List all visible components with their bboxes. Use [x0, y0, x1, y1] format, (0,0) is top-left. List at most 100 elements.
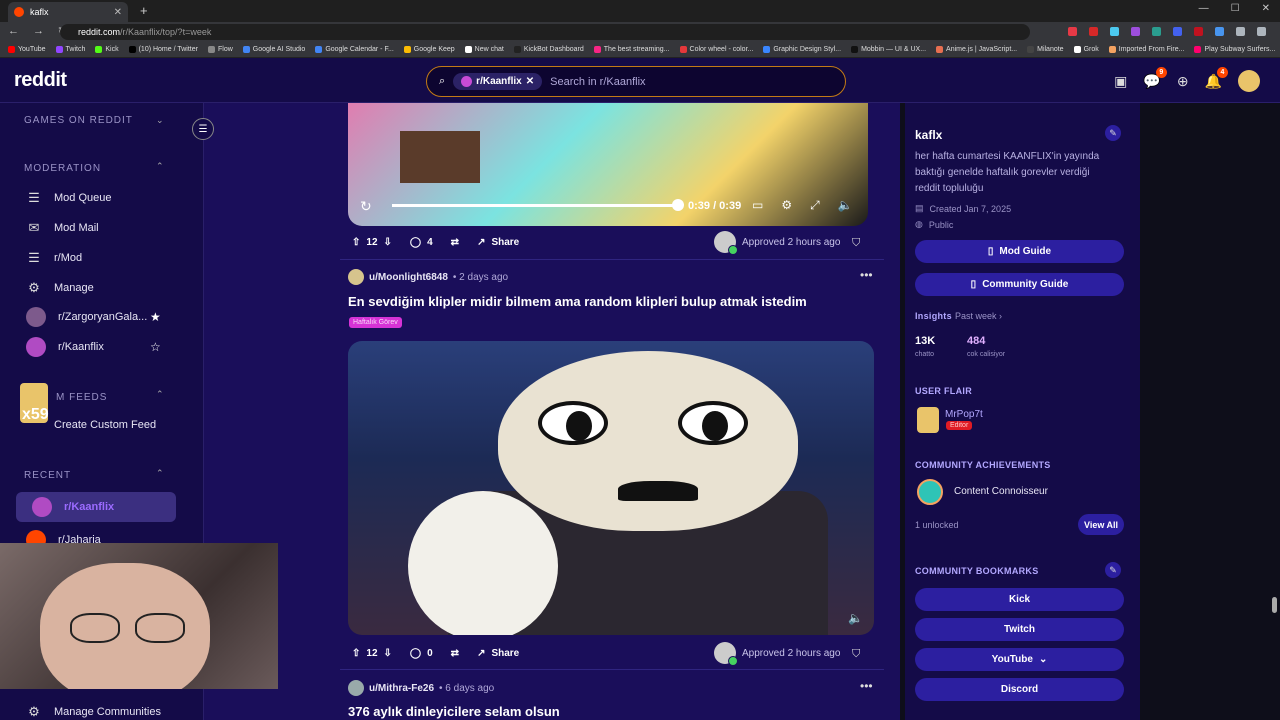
profile-icon[interactable]: [1257, 27, 1266, 36]
fullscreen-icon[interactable]: ⤢: [810, 198, 820, 213]
recent-section-label[interactable]: RECENT: [24, 470, 71, 481]
favorite-star-icon[interactable]: ★: [150, 310, 161, 324]
video-progress-bar[interactable]: [392, 204, 677, 207]
custom-feeds-label[interactable]: M FEEDS: [56, 392, 107, 403]
mod-shield-icon[interactable]: ⛉: [852, 648, 860, 661]
extension-icon[interactable]: [1068, 27, 1077, 36]
community-guide-button[interactable]: ▯ Community Guide: [915, 273, 1124, 296]
games-section-label[interactable]: GAMES ON REDDIT: [24, 115, 133, 126]
post-title[interactable]: En sevdiğim klipler midir bilmem ama ran…: [348, 294, 807, 309]
achievement-name[interactable]: Content Connoisseur: [954, 486, 1048, 497]
mod-guide-button[interactable]: ▯ Mod Guide: [915, 240, 1124, 263]
sidebar-item-mod-queue[interactable]: ☰ Mod Queue: [26, 190, 111, 206]
bookmark-item[interactable]: Play Subway Surfers...: [1194, 46, 1275, 53]
chevron-up-icon[interactable]: ⌃: [156, 389, 164, 400]
user-flair-name[interactable]: MrPop7t: [945, 409, 983, 420]
extension-icon[interactable]: [1089, 27, 1098, 36]
insights-period[interactable]: Past week ›: [955, 311, 1002, 321]
bookmark-item[interactable]: Google AI Studio: [242, 46, 305, 53]
minimize-icon[interactable]: —: [1199, 3, 1209, 14]
author-name[interactable]: u/Mithra-Fe26: [369, 683, 434, 694]
edit-pencil-icon[interactable]: ✎: [1105, 562, 1121, 578]
bookmark-item[interactable]: Mobbin — UI & UX...: [851, 46, 926, 53]
author-name[interactable]: u/Moonlight6848: [369, 272, 448, 283]
bookmark-item[interactable]: Milanote: [1027, 46, 1064, 53]
downvote-icon[interactable]: ⇩: [384, 648, 392, 659]
bookmark-twitch[interactable]: Twitch: [915, 618, 1124, 641]
bookmark-item[interactable]: KickBot Dashboard: [513, 46, 584, 53]
page-scrollbar[interactable]: [1272, 597, 1277, 613]
sidebar-item-r-mod[interactable]: ☰ r/Mod: [26, 250, 82, 266]
bookmark-item[interactable]: The best streaming...: [593, 46, 670, 53]
bookmark-discord[interactable]: Discord: [915, 678, 1124, 701]
mod-shield-icon[interactable]: ⛉: [852, 237, 860, 250]
close-window-icon[interactable]: ✕: [1262, 3, 1270, 14]
chat-icon[interactable]: 💬 9: [1143, 66, 1167, 90]
extension-icon[interactable]: [1131, 27, 1140, 36]
bookmark-kick[interactable]: Kick: [915, 588, 1124, 611]
sidebar-item-mod-mail[interactable]: ✉ Mod Mail: [26, 220, 99, 236]
post-flair[interactable]: Haftalık Görev: [349, 317, 402, 328]
advertise-icon[interactable]: ▣: [1114, 73, 1127, 90]
forward-icon[interactable]: →: [33, 25, 44, 38]
bookmark-item[interactable]: Google Keep: [403, 46, 455, 53]
video-player[interactable]: 🔈: [348, 341, 874, 635]
user-avatar[interactable]: [1238, 70, 1260, 92]
new-tab-icon[interactable]: +: [140, 3, 148, 18]
address-bar[interactable]: reddit.com/r/Kaanflix/top/?t=week: [60, 24, 1030, 40]
bookmark-item[interactable]: (10) Home / Twitter: [128, 46, 198, 53]
settings-icon[interactable]: ⚙: [781, 198, 792, 213]
back-icon[interactable]: ←: [8, 25, 19, 38]
extension-icon[interactable]: [1173, 27, 1182, 36]
post-title[interactable]: 376 aylık dinleyicilere selam olsun: [348, 704, 560, 719]
upvote-icon[interactable]: ⇧: [352, 648, 360, 659]
downloads-icon[interactable]: [1236, 27, 1245, 36]
create-custom-feed[interactable]: Create Custom Feed: [54, 419, 156, 431]
search-community-chip[interactable]: r/Kaanflix ✕: [453, 73, 543, 90]
maximize-icon[interactable]: ☐: [1231, 3, 1240, 14]
bookmark-item[interactable]: Google Calendar - F...: [315, 46, 394, 53]
comments-button[interactable]: ◯ 4: [410, 237, 433, 248]
bookmark-item[interactable]: Anime.js | JavaScript...: [936, 46, 1017, 53]
bookmark-item[interactable]: Twitch: [55, 46, 85, 53]
insights-label[interactable]: Insights: [915, 311, 952, 321]
notifications-icon[interactable]: 🔔 4: [1205, 66, 1228, 90]
upvote-icon[interactable]: ⇧: [352, 237, 360, 248]
sidebar-item-zargoryan[interactable]: r/ZargoryanGala...: [26, 307, 147, 327]
bookmark-item[interactable]: Imported From Fire...: [1108, 46, 1184, 53]
close-tab-icon[interactable]: ✕: [114, 7, 122, 18]
reddit-logo[interactable]: reddit: [14, 69, 67, 92]
captions-icon[interactable]: ▭: [752, 198, 763, 213]
video-player[interactable]: ↻ 0:39 / 0:39 ▭ ⚙ ⤢ 🔈: [348, 103, 868, 226]
bookmark-item[interactable]: YouTube: [8, 46, 46, 53]
moderation-section-label[interactable]: MODERATION: [24, 163, 101, 174]
chevron-up-icon[interactable]: ⌃: [156, 161, 164, 172]
chevron-down-icon[interactable]: ⌄: [156, 115, 164, 126]
share-button[interactable]: ↗ Share: [477, 237, 519, 248]
bookmark-item[interactable]: Graphic Design Styl...: [763, 46, 841, 53]
bookmark-item[interactable]: Flow: [207, 46, 233, 53]
volume-icon[interactable]: 🔈: [838, 198, 853, 213]
browser-tab[interactable]: kaflx ✕: [8, 2, 128, 22]
bookmark-item[interactable]: New chat: [464, 46, 504, 53]
comments-button[interactable]: ◯ 0: [410, 648, 433, 659]
manage-communities[interactable]: ⚙ Manage Communities: [26, 704, 161, 720]
crosspost-icon[interactable]: ⇄: [451, 648, 459, 659]
create-post-icon[interactable]: ⊕: [1177, 73, 1189, 90]
more-options-icon[interactable]: •••: [860, 679, 873, 693]
sidebar-item-kaanflix[interactable]: r/Kaanflix: [26, 337, 104, 357]
crosspost-icon[interactable]: ⇄: [451, 237, 459, 248]
favorite-star-outline-icon[interactable]: ☆: [150, 340, 161, 354]
video-scrubber[interactable]: [672, 199, 684, 211]
more-options-icon[interactable]: •••: [860, 268, 873, 282]
bookmark-item[interactable]: Grok: [1073, 46, 1099, 53]
share-button[interactable]: ↗ Share: [477, 648, 519, 659]
edit-pencil-icon[interactable]: ✎: [1105, 125, 1121, 141]
chevron-up-icon[interactable]: ⌃: [156, 468, 164, 479]
volume-icon[interactable]: 🔈: [848, 611, 863, 625]
downvote-icon[interactable]: ⇩: [384, 237, 392, 248]
bookmark-item[interactable]: Kick: [95, 46, 119, 53]
menu-toggle-icon[interactable]: ☰: [192, 118, 214, 140]
recent-item-kaanflix[interactable]: r/Kaanflix: [32, 497, 114, 517]
search-input[interactable]: ⌕ r/Kaanflix ✕ Search in r/Kaanflix: [426, 66, 846, 97]
